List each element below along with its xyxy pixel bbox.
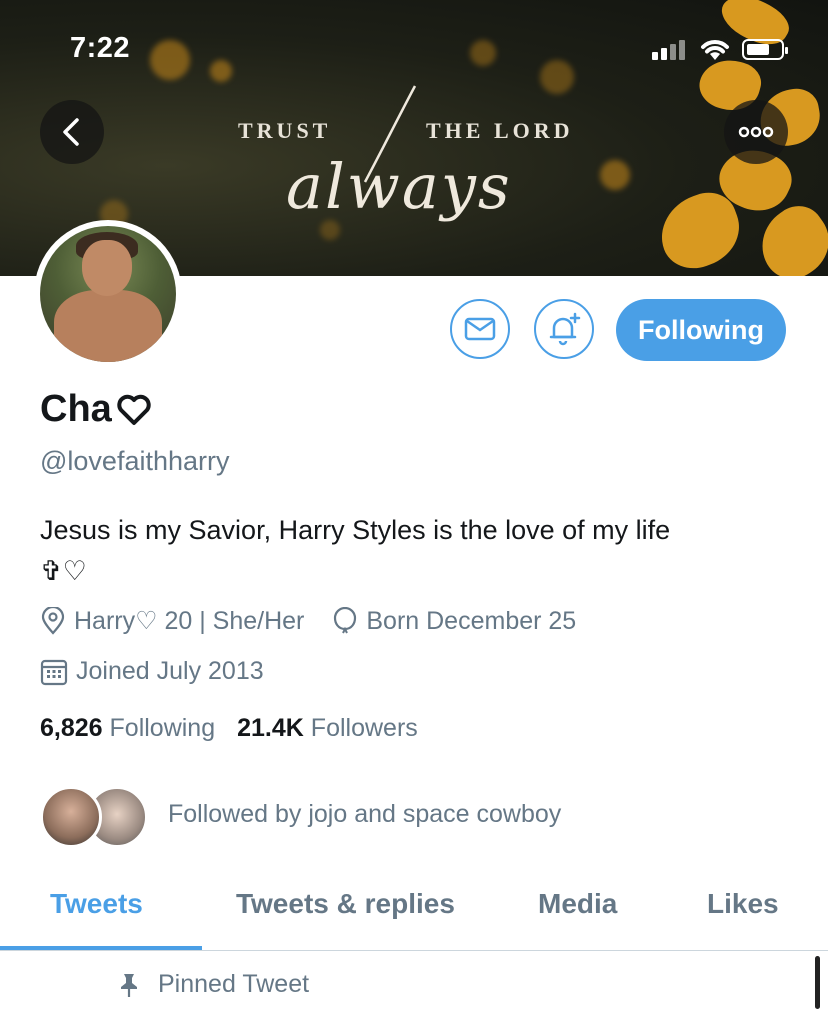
following-label: Following: [109, 714, 216, 742]
joined-item: Joined July 2013: [40, 657, 264, 686]
followers-count: 21.4K: [237, 714, 304, 742]
profile-avatar[interactable]: [34, 220, 182, 368]
banner-text-the-lord: THE LORD: [426, 118, 574, 143]
more-icon: [738, 126, 774, 138]
message-button[interactable]: [450, 299, 510, 359]
display-name: Cha: [40, 388, 152, 431]
tab-tweets-replies[interactable]: Tweets & replies: [236, 888, 455, 920]
follower-avatar: [40, 786, 102, 848]
pin-icon: [121, 973, 137, 997]
bio-line-2: ✞♡: [40, 556, 87, 586]
followed-by-row[interactable]: Followed by jojo and space cowboy: [40, 784, 600, 850]
notifications-button[interactable]: [534, 299, 594, 359]
following-button[interactable]: Following: [616, 299, 786, 361]
tab-media[interactable]: Media: [538, 888, 617, 920]
bell-plus-icon: [549, 312, 581, 346]
wifi-icon: [701, 40, 729, 60]
birthday-text: Born December 25: [366, 606, 577, 635]
back-button[interactable]: [40, 100, 104, 164]
following-count: 6,826: [40, 714, 103, 742]
followers-stat[interactable]: 21.4K Followers: [237, 714, 418, 743]
status-time: 7:22: [70, 32, 131, 64]
pinned-tweet-label: Pinned Tweet: [118, 970, 309, 999]
status-bar: 7:22: [0, 0, 828, 90]
balloon-icon: [334, 607, 357, 634]
profile-bio: Jesus is my Savior, Harry Styles is the …: [40, 510, 800, 592]
heart-icon: [117, 394, 151, 425]
mail-icon: [464, 317, 496, 341]
birthday-item: Born December 25: [332, 607, 576, 636]
active-tab-indicator: [0, 946, 202, 950]
follow-stats: 6,826 Following 21.4K Followers: [40, 714, 418, 743]
calendar-icon: [40, 659, 68, 685]
location-text: Harry♡ 20 | She/Her: [74, 607, 305, 635]
followed-by-text: Followed by jojo and space cowboy: [168, 800, 562, 828]
scrollbar[interactable]: [815, 956, 820, 1009]
battery-icon: [742, 39, 788, 60]
user-handle: @lovefaithharry: [40, 446, 230, 476]
more-options-button[interactable]: [724, 100, 788, 164]
location-item: Harry♡ 20 | She/Her: [40, 606, 304, 636]
location-icon: [41, 607, 65, 635]
tab-likes[interactable]: Likes: [707, 888, 779, 920]
banner-script-stroke: [363, 85, 417, 183]
profile-tabs: Tweets Tweets & replies Media Likes: [0, 866, 828, 951]
profile-meta-row: Harry♡ 20 | She/Her Born December 25: [40, 606, 604, 636]
display-name-text: Cha: [40, 388, 112, 430]
joined-text: Joined July 2013: [76, 657, 264, 685]
followers-label: Followers: [310, 714, 418, 742]
pinned-tweet-text: Pinned Tweet: [158, 970, 310, 998]
joined-row: Joined July 2013: [40, 657, 292, 686]
banner-text-trust: TRUST: [238, 118, 332, 143]
tab-tweets[interactable]: Tweets: [50, 888, 143, 920]
following-stat[interactable]: 6,826 Following: [40, 714, 215, 743]
bio-line-1: Jesus is my Savior, Harry Styles is the …: [40, 515, 671, 545]
back-arrow-icon: [63, 118, 79, 146]
